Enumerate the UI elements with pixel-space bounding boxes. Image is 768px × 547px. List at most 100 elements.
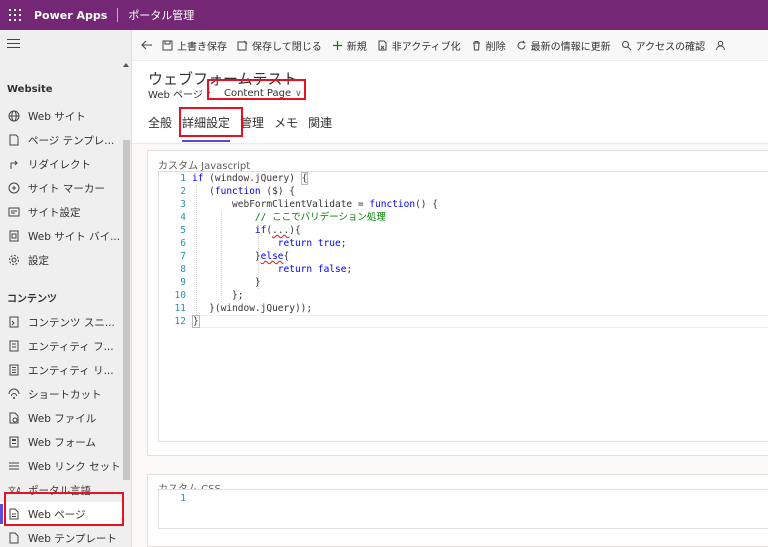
save-icon bbox=[162, 40, 173, 50]
new-button-label: 新規 bbox=[346, 41, 367, 53]
sidebar-section-website: Website bbox=[7, 84, 53, 95]
sidebar-item-label: Web リンク セット bbox=[28, 460, 121, 473]
deactivate-label: 非アクティブ化 bbox=[391, 41, 461, 53]
site-settings-icon bbox=[7, 206, 20, 219]
check-access-label: アクセスの確認 bbox=[635, 41, 706, 53]
code-line: 11 }(window.jQuery)); bbox=[174, 303, 313, 314]
website-binding-icon bbox=[7, 230, 20, 243]
sidebar-item-site-marker[interactable]: サイト マーカー bbox=[0, 176, 122, 200]
page-template-icon bbox=[7, 134, 20, 147]
portal-title[interactable]: ポータル管理 bbox=[128, 7, 194, 23]
user-menu-button[interactable] bbox=[715, 40, 730, 51]
sidebar-item-label: ショートカット bbox=[28, 388, 102, 401]
app-launcher-icon[interactable] bbox=[2, 0, 28, 30]
sidebar-item-site-settings[interactable]: サイト設定 bbox=[0, 200, 122, 224]
highlight-form-selector bbox=[207, 79, 306, 100]
app-header: Power Apps ポータル管理 bbox=[0, 0, 768, 30]
header-divider bbox=[117, 8, 119, 22]
highlight-web-page-nav bbox=[4, 492, 124, 526]
deactivate-icon bbox=[378, 40, 387, 50]
javascript-code-editor[interactable]: 1 if (window.jQuery) { 2 (function ($) { … bbox=[158, 171, 768, 442]
web-template-icon bbox=[7, 532, 20, 545]
css-code-editor[interactable]: 1 bbox=[158, 489, 768, 529]
sidebar-item-label: ページ テンプレ... bbox=[28, 134, 115, 147]
sidebar-item-label: サイト マーカー bbox=[28, 182, 105, 195]
site-marker-icon bbox=[7, 182, 20, 195]
entity-name: Web ページ bbox=[148, 90, 203, 101]
sidebar-item-website[interactable]: Web サイト bbox=[0, 104, 122, 128]
code-line: 8 return false; bbox=[180, 264, 353, 275]
check-access-button[interactable]: アクセスの確認 bbox=[621, 38, 706, 53]
tab-related[interactable]: 関連 bbox=[308, 114, 332, 136]
sidebar-item-label: Web フォーム bbox=[28, 436, 96, 449]
trash-icon bbox=[472, 40, 480, 50]
globe-icon bbox=[7, 110, 20, 123]
sidebar-item-entity-form[interactable]: エンティティ フ... bbox=[0, 334, 122, 358]
link-set-icon bbox=[7, 460, 20, 473]
sidebar-item-entity-list[interactable]: エンティティ リ... bbox=[0, 358, 122, 382]
scroll-up-arrow-icon[interactable] bbox=[123, 63, 129, 67]
sidebar-item-web-template[interactable]: Web テンプレート bbox=[0, 526, 122, 547]
sidebar-item-label: Web ファイル bbox=[28, 412, 97, 425]
save-button-label: 上書き保存 bbox=[177, 41, 227, 53]
code-line: 10 }; bbox=[174, 290, 244, 301]
sidebar-item-web-link-set[interactable]: Web リンク セット bbox=[0, 454, 122, 478]
sidebar-item-page-template[interactable]: ページ テンプレ... bbox=[0, 128, 122, 152]
web-file-icon bbox=[7, 412, 20, 425]
sidebar-section-content: コンテンツ bbox=[7, 294, 57, 305]
sidebar-item-website-binding[interactable]: Web サイト バイ... bbox=[0, 224, 122, 248]
code-line: 12} bbox=[174, 315, 200, 328]
save-and-close-button[interactable]: 保存して閉じる bbox=[237, 38, 322, 53]
person-icon bbox=[716, 40, 726, 50]
tab-notes[interactable]: メモ bbox=[274, 114, 298, 136]
redirect-icon bbox=[7, 158, 20, 171]
refresh-icon bbox=[517, 40, 526, 49]
plus-icon bbox=[332, 40, 342, 50]
sidebar-item-shortcut[interactable]: ショートカット bbox=[0, 382, 122, 406]
save-close-icon bbox=[237, 40, 248, 50]
access-check-icon bbox=[621, 40, 631, 50]
refresh-button[interactable]: 最新の情報に更新 bbox=[516, 38, 611, 53]
code-line: 6 return true; bbox=[180, 238, 347, 249]
sidebar-item-label: 設定 bbox=[28, 254, 49, 267]
sidebar-item-label: リダイレクト bbox=[28, 158, 91, 171]
sidebar-item-web-file[interactable]: Web ファイル bbox=[0, 406, 122, 430]
scrollbar-thumb[interactable] bbox=[123, 140, 130, 480]
deactivate-button[interactable]: 非アクティブ化 bbox=[377, 38, 461, 53]
gear-icon bbox=[7, 254, 20, 267]
sidebar-item-content-snippet[interactable]: コンテンツ スニ... bbox=[0, 310, 122, 334]
code-line: 7 }else{ bbox=[180, 251, 290, 262]
hamburger-menu-icon[interactable] bbox=[7, 39, 20, 51]
tab-admin[interactable]: 管理 bbox=[240, 114, 264, 136]
sidebar-item-label: Web サイト bbox=[28, 110, 86, 123]
custom-css-section: カスタム CSS 1 bbox=[147, 474, 768, 547]
code-line: 1 if (window.jQuery) { bbox=[180, 172, 309, 185]
delete-label: 削除 bbox=[485, 41, 506, 53]
sidebar-item-label: エンティティ フ... bbox=[28, 340, 114, 353]
code-line: 3 webFormClientValidate = function() { bbox=[180, 199, 438, 210]
refresh-label: 最新の情報に更新 bbox=[530, 41, 611, 53]
sidebar-item-settings[interactable]: 設定 bbox=[0, 248, 122, 272]
new-button[interactable]: 新規 bbox=[332, 38, 367, 53]
highlight-advanced-tab bbox=[179, 107, 243, 137]
save-close-label: 保存して閉じる bbox=[252, 41, 322, 53]
sidebar-item-web-form[interactable]: Web フォーム bbox=[0, 430, 122, 454]
custom-javascript-section: カスタム Javascript 1 if (window.jQuery) { 2 … bbox=[147, 150, 768, 456]
tab-list: 全般 詳細設定 管理 メモ 関連 bbox=[148, 114, 342, 142]
sidebar-item-redirect[interactable]: リダイレクト bbox=[0, 152, 122, 176]
shortcut-icon bbox=[7, 388, 20, 401]
custom-javascript-label: カスタム Javascript bbox=[158, 161, 251, 172]
code-line: 5 if(...){ bbox=[180, 225, 301, 236]
sidebar-item-label: Web テンプレート bbox=[28, 532, 117, 545]
delete-button[interactable]: 削除 bbox=[471, 38, 506, 53]
save-button[interactable]: 上書き保存 bbox=[162, 38, 227, 53]
tab-general[interactable]: 全般 bbox=[148, 114, 172, 136]
back-arrow-icon[interactable] bbox=[132, 40, 162, 50]
snippet-icon bbox=[7, 316, 20, 329]
sidebar-item-label: コンテンツ スニ... bbox=[28, 316, 115, 329]
sidebar-item-label: Web サイト バイ... bbox=[28, 230, 121, 243]
sidebar: Website Web サイト ページ テンプレ... リダイレクト サイト マ… bbox=[0, 30, 132, 547]
app-name[interactable]: Power Apps bbox=[34, 9, 107, 22]
sidebar-item-label: エンティティ リ... bbox=[28, 364, 114, 377]
sidebar-scrollbar[interactable] bbox=[122, 60, 131, 547]
